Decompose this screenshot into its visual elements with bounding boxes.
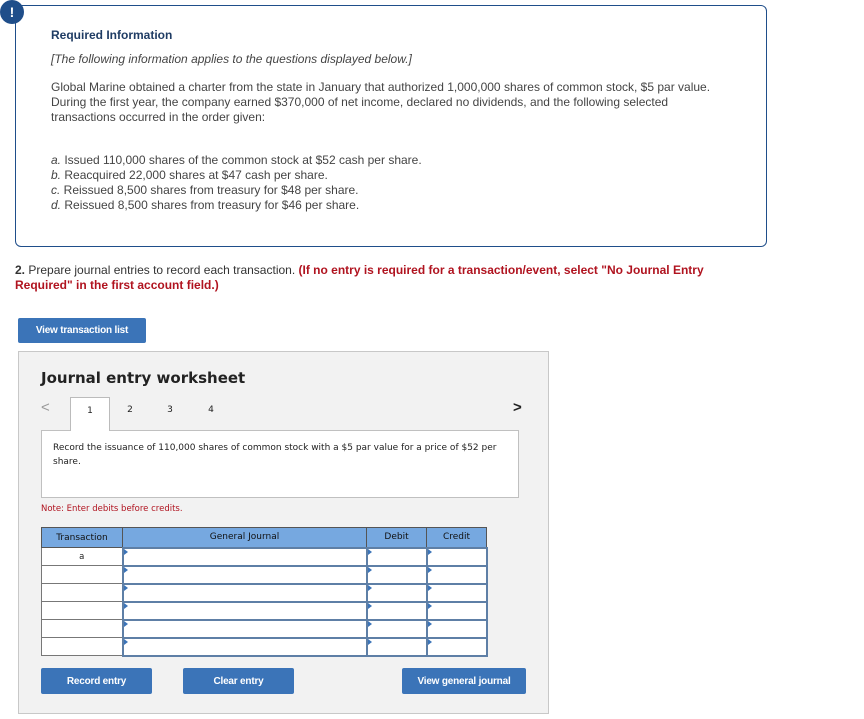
journal-table: Transaction General Journal Debit Credit…: [41, 527, 488, 657]
account-input[interactable]: [121, 618, 368, 639]
worksheet-title: Journal entry worksheet: [41, 369, 246, 387]
credit-input[interactable]: [425, 636, 488, 657]
account-input[interactable]: [121, 636, 368, 657]
journal-header-row: Transaction General Journal Debit Credit: [41, 527, 487, 548]
info-italic-note: [The following information applies to th…: [51, 52, 412, 66]
tab-3[interactable]: 3: [150, 397, 190, 429]
debit-input[interactable]: [365, 582, 428, 603]
credit-input[interactable]: [425, 546, 488, 567]
info-paragraph: Global Marine obtained a charter from th…: [51, 80, 711, 124]
transaction-cell: [41, 565, 123, 584]
transaction-item: d. Reissued 8,500 shares from treasury f…: [51, 198, 360, 212]
debit-input[interactable]: [365, 636, 428, 657]
table-row: [41, 618, 488, 639]
table-row: [41, 600, 488, 621]
credit-input[interactable]: [425, 618, 488, 639]
credit-input[interactable]: [425, 582, 488, 603]
question-number: 2.: [15, 263, 26, 277]
view-general-journal-button[interactable]: View general journal: [402, 668, 526, 694]
transaction-description: Record the issuance of 110,000 shares of…: [41, 430, 519, 498]
question-text: Prepare journal entries to record each t…: [25, 263, 299, 277]
required-information-box: Required Information [The following info…: [15, 5, 767, 247]
chevron-left-icon[interactable]: <: [41, 399, 50, 416]
info-title: Required Information: [51, 28, 173, 42]
transaction-cell: [41, 601, 123, 620]
account-input[interactable]: [121, 546, 368, 567]
transaction-item: c. Reissued 8,500 shares from treasury f…: [51, 183, 359, 197]
credit-input[interactable]: [425, 564, 488, 585]
debit-input[interactable]: [365, 600, 428, 621]
tab-2[interactable]: 2: [110, 397, 150, 429]
table-row: a: [41, 546, 488, 567]
debit-input[interactable]: [365, 618, 428, 639]
chevron-right-icon[interactable]: >: [513, 399, 522, 416]
tab-4[interactable]: 4: [191, 397, 231, 429]
transaction-item: a. Issued 110,000 shares of the common s…: [51, 153, 422, 167]
clear-entry-button[interactable]: Clear entry: [183, 668, 294, 694]
tab-1[interactable]: 1: [70, 397, 110, 431]
table-row: [41, 636, 488, 657]
account-input[interactable]: [121, 600, 368, 621]
column-header-debit: Debit: [366, 527, 427, 548]
journal-entry-worksheet-panel: Journal entry worksheet < 1 2 3 4 > Reco…: [18, 351, 549, 714]
alert-icon: !: [0, 0, 24, 24]
column-header-transaction: Transaction: [41, 527, 123, 548]
debit-credit-note: Note: Enter debits before credits.: [41, 504, 183, 514]
transaction-cell: [41, 583, 123, 602]
transaction-list: a. Issued 110,000 shares of the common s…: [51, 153, 422, 213]
credit-input[interactable]: [425, 600, 488, 621]
transaction-cell: a: [41, 547, 123, 566]
view-transaction-list-button[interactable]: View transaction list: [18, 318, 146, 343]
column-header-general-journal: General Journal: [122, 527, 367, 548]
debit-input[interactable]: [365, 564, 428, 585]
transaction-item: b. Reacquired 22,000 shares at $47 cash …: [51, 168, 328, 182]
question-prompt: 2. Prepare journal entries to record eac…: [15, 263, 755, 293]
column-header-credit: Credit: [426, 527, 487, 548]
table-row: [41, 564, 488, 585]
record-entry-button[interactable]: Record entry: [41, 668, 152, 694]
debit-input[interactable]: [365, 546, 428, 567]
account-input[interactable]: [121, 582, 368, 603]
account-input[interactable]: [121, 564, 368, 585]
transaction-cell: [41, 619, 123, 638]
transaction-cell: [41, 637, 123, 656]
table-row: [41, 582, 488, 603]
